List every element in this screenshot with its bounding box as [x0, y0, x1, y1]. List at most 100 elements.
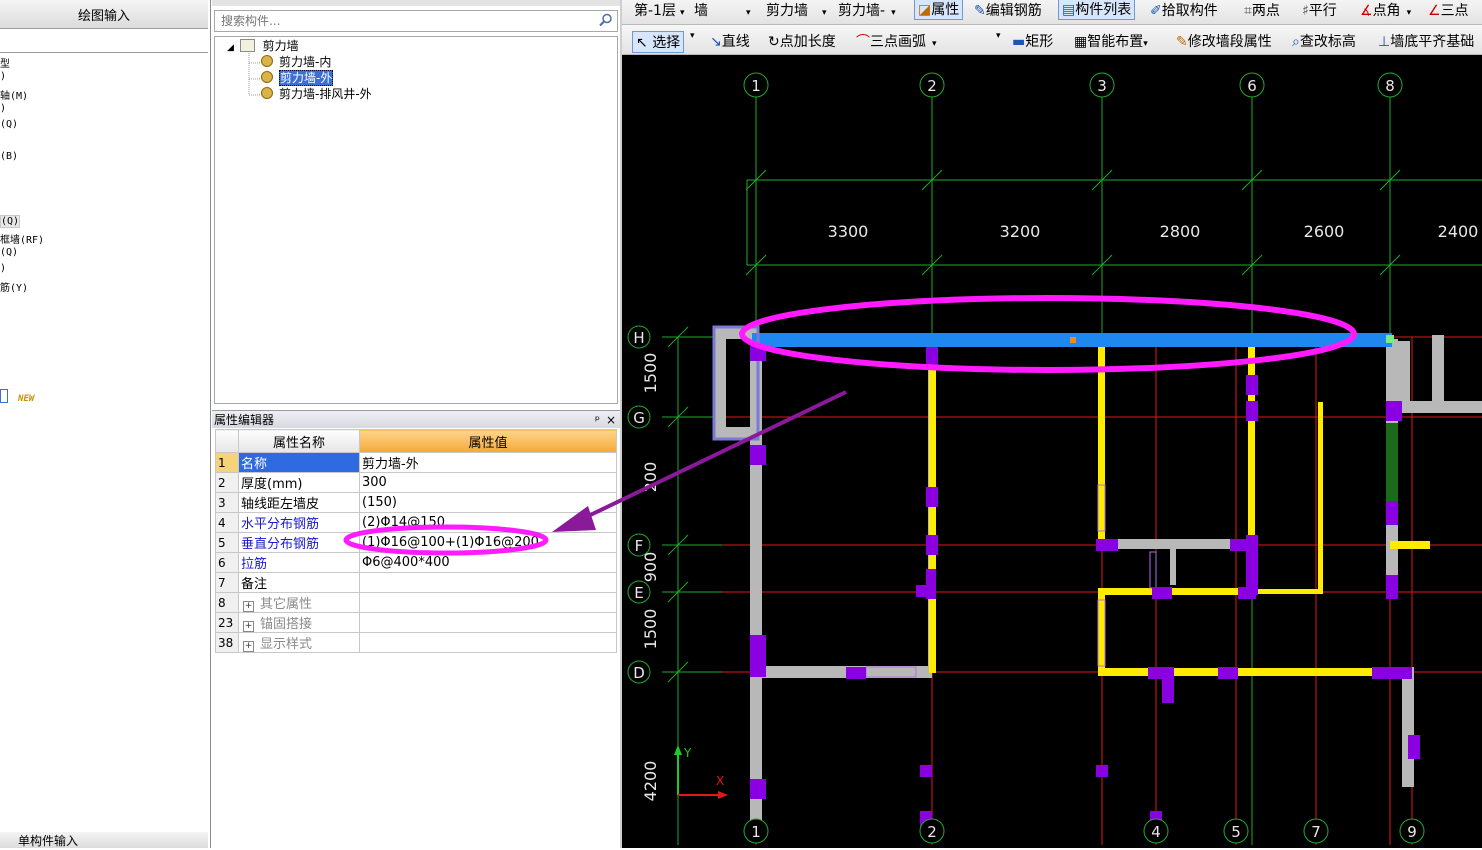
point-length-icon: ↻	[768, 34, 780, 50]
expand-icon[interactable]: +	[243, 641, 254, 652]
category-select[interactable]: 剪力墙 ▾	[766, 0, 827, 20]
three-point-arc-button[interactable]: ⌒三点画弧 ▾	[856, 31, 937, 51]
prop-value[interactable]: Φ6@400*400	[359, 552, 617, 573]
axis-label-bottom: 2	[927, 823, 937, 841]
gear-icon	[261, 55, 273, 67]
select-dropdown-icon[interactable]: ▾	[690, 31, 695, 41]
row-number: 7	[215, 572, 239, 593]
collapse-icon[interactable]: ◢	[227, 43, 234, 53]
modify-segment-button[interactable]: ✎修改墙段属性	[1176, 31, 1272, 51]
axis-label-top: 6	[1247, 77, 1257, 95]
check-elevation-button[interactable]: ⌕查改标高	[1292, 31, 1356, 51]
nav-item[interactable]: )	[0, 71, 6, 82]
search-input[interactable]	[219, 11, 593, 31]
nav-item[interactable]: 型	[0, 55, 10, 70]
y-axis-label: Y	[683, 746, 692, 760]
nav-item[interactable]: (Q)	[0, 119, 18, 130]
prop-group[interactable]: + 锚固搭接	[238, 612, 360, 633]
table-row[interactable]: 38 + 显示样式	[215, 632, 617, 653]
axis-label-bottom: 4	[1151, 823, 1161, 841]
property-editor-titlebar: 属性编辑器 ᵖ ×	[212, 410, 622, 428]
properties-button[interactable]: ◪属性	[914, 0, 964, 20]
tree-root[interactable]: ◢ 剪力墙	[227, 39, 299, 54]
table-row[interactable]: 6 拉筋 Φ6@400*400	[215, 552, 617, 573]
align-bottom-button[interactable]: ⊥墙底平齐基础	[1378, 31, 1474, 51]
table-row[interactable]: 23 + 锚固搭接	[215, 612, 617, 633]
prop-name: 厚度(mm)	[238, 472, 360, 493]
nav-item[interactable]: (Q)	[0, 247, 18, 258]
floor-select[interactable]: 第-1层 ▾	[634, 0, 685, 20]
pick-component-button[interactable]: ✐拾取构件	[1150, 0, 1218, 20]
row-number: 4	[215, 512, 239, 533]
span-dimension: 2600	[1304, 222, 1345, 241]
nav-item[interactable]: 轴(M)	[0, 87, 28, 102]
prop-name: 备注	[238, 572, 360, 593]
tree-item[interactable]: 剪力墙-排风井-外	[261, 87, 372, 102]
two-points-icon: ⌗	[1244, 3, 1252, 19]
prop-name: 垂直分布钢筋	[238, 532, 360, 553]
drawing-input-header[interactable]: 绘图输入	[0, 0, 208, 29]
prop-value[interactable]	[359, 572, 617, 593]
rectangle-button[interactable]: ▬矩形	[1012, 31, 1053, 51]
two-points-button[interactable]: ⌗两点	[1244, 0, 1280, 20]
prop-value[interactable]: (1)Φ16@100+(1)Φ16@200	[359, 532, 617, 553]
row-dimension: 4200	[641, 761, 660, 802]
prop-group[interactable]: + 显示样式	[238, 632, 360, 653]
point-angle-button[interactable]: ∡点角 ▾	[1360, 0, 1411, 20]
nav-item[interactable]: (Q)	[0, 215, 21, 228]
prop-value[interactable]: 300	[359, 472, 617, 493]
type-select[interactable]: 墙 ▾	[694, 0, 751, 20]
prop-value[interactable]: 剪力墙-外	[359, 452, 617, 473]
tree-item-label: 剪力墙-内	[279, 55, 332, 69]
nav-item[interactable]: 筋(Y)	[0, 279, 28, 294]
floor-plan-canvas[interactable]: 1 2 3 6 8 H G F E D 1 2 4 5 7 9 3300 320…	[622, 55, 1482, 848]
select-button[interactable]: ↖ 选择	[632, 31, 685, 53]
tree-item[interactable]: 剪力墙-内	[261, 55, 331, 70]
component-search-box	[214, 10, 618, 32]
modify-icon: ✎	[1176, 34, 1188, 50]
parallel-button[interactable]: ♯平行	[1302, 0, 1337, 20]
three-points-button[interactable]: ∠三点	[1428, 0, 1469, 20]
axis-label-top: 2	[927, 77, 937, 95]
component-list-button[interactable]: ▤构件列表	[1058, 0, 1136, 20]
nav-item[interactable]: 框墙(RF)	[0, 231, 44, 246]
nav-item[interactable]: )	[0, 263, 6, 274]
pin-icon[interactable]: ᵖ	[595, 411, 600, 429]
prop-value[interactable]: (2)Φ14@150	[359, 512, 617, 533]
table-row[interactable]: 7 备注	[215, 572, 617, 593]
table-row[interactable]: 5 垂直分布钢筋 (1)Φ16@100+(1)Φ16@200	[215, 532, 617, 553]
prop-name: 水平分布钢筋	[238, 512, 360, 533]
tree-item-selected[interactable]: 剪力墙-外	[261, 70, 334, 86]
align-icon: ⊥	[1378, 34, 1391, 50]
point-length-button[interactable]: ↻点加长度	[768, 31, 836, 51]
line-button[interactable]: ↘直线	[710, 31, 750, 51]
table-row[interactable]: 8 + 其它属性	[215, 592, 617, 613]
table-row[interactable]: 4 水平分布钢筋 (2)Φ14@150	[215, 512, 617, 533]
row-dimension: 900	[641, 552, 660, 583]
axis-label-top: 3	[1097, 77, 1107, 95]
close-icon[interactable]: ×	[606, 411, 616, 429]
table-row[interactable]: 3 轴线距左墙皮 (150)	[215, 492, 617, 513]
smart-layout-button[interactable]: ▦智能布置▾	[1074, 31, 1148, 51]
nav-item[interactable]: (B)	[0, 151, 18, 162]
prop-value[interactable]: (150)	[359, 492, 617, 513]
cad-drawing-area[interactable]: 第-1层 ▾ 墙 ▾ 剪力墙 ▾ 剪力墙- ▾ ◪属性 ✎编辑钢筋 ▤构件列表 ✐拾取构…	[622, 0, 1482, 848]
table-row[interactable]: 1 名称 剪力墙-外	[215, 452, 617, 473]
expand-icon[interactable]: +	[243, 621, 254, 632]
new-item[interactable]: NEW	[0, 389, 34, 404]
axis-label-bottom: 7	[1311, 823, 1321, 841]
edit-rebar-button[interactable]: ✎编辑钢筋	[974, 0, 1042, 20]
single-component-input-tab[interactable]: 单构件输入	[0, 832, 208, 848]
nav-item[interactable]: )	[0, 103, 6, 114]
coordinate-axis-icon: Y X	[674, 745, 728, 799]
expand-icon[interactable]: +	[243, 601, 254, 612]
arc-dropdown-icon[interactable]: ▾	[996, 31, 1001, 41]
col-name-header: 属性名称	[238, 429, 360, 453]
table-row[interactable]: 2 厚度(mm) 300	[215, 472, 617, 493]
component-select[interactable]: 剪力墙- ▾	[838, 0, 896, 20]
search-icon[interactable]	[599, 13, 613, 30]
gear-icon	[261, 87, 273, 99]
prop-name: 轴线距左墙皮	[238, 492, 360, 513]
tree-root-label: 剪力墙	[262, 39, 299, 53]
prop-group[interactable]: + 其它属性	[238, 592, 360, 613]
